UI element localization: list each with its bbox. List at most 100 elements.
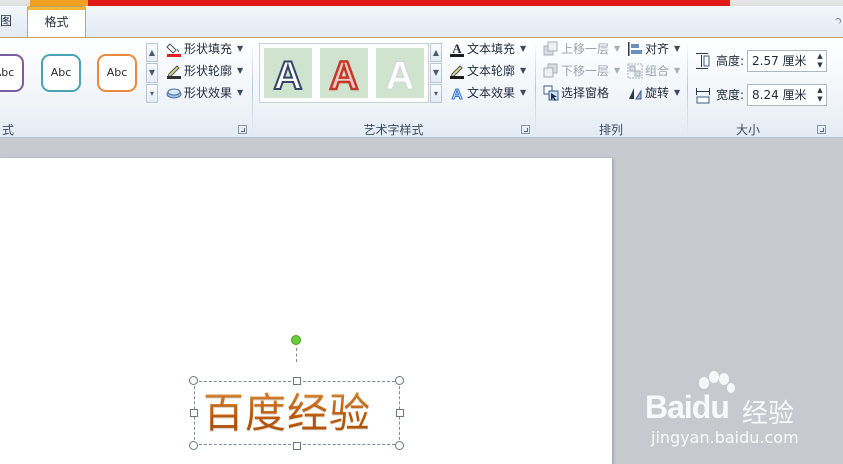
shape-style-2[interactable]: Abc — [41, 54, 81, 92]
chevron-down-icon: ▼ — [674, 66, 681, 75]
shape-style-3[interactable]: Abc — [97, 54, 137, 92]
wordart-textbox[interactable]: 百度经验 — [194, 381, 400, 445]
size-dialog-launcher[interactable] — [817, 125, 826, 134]
rotate-label: 旋转 — [645, 86, 670, 100]
paint-bucket-icon — [166, 43, 181, 57]
shape-effect-label: 形状效果 — [184, 86, 233, 100]
shape-styles-dialog-launcher[interactable] — [238, 125, 247, 134]
send-backward-label: 下移一层 — [561, 64, 610, 78]
tab-partial[interactable]: 图 — [0, 6, 14, 37]
svg-text:A: A — [452, 86, 463, 101]
group-button[interactable]: 组合 ▼ — [627, 61, 683, 81]
pencil-icon — [450, 65, 464, 79]
watermark-logo: Baidu — [645, 389, 730, 425]
ribbon-tabs: 图 格式 — [0, 6, 843, 37]
text-fill-button[interactable]: A 文本填充 ▼ — [449, 39, 529, 59]
text-outline-button[interactable]: 文本轮廓 ▼ — [449, 61, 529, 81]
wordart-scroll-up[interactable]: ▲ — [430, 43, 442, 62]
chevron-down-icon: ▼ — [674, 44, 681, 53]
svg-text:A: A — [452, 41, 462, 56]
wordart-style-glyph: A — [274, 54, 303, 95]
rotation-handle[interactable] — [291, 335, 301, 345]
slide-canvas[interactable]: 百度经验 — [0, 158, 612, 464]
chevron-down-icon: ▼ — [237, 44, 244, 53]
wordart-text[interactable]: 百度经验 — [203, 386, 371, 440]
resize-handle-top[interactable] — [293, 377, 301, 385]
shape-height-icon — [696, 53, 710, 69]
wordart-scroll-down[interactable]: ▼ — [430, 63, 442, 83]
wordart-style-2[interactable]: A — [320, 48, 368, 98]
wordart-style-3[interactable]: A — [376, 48, 424, 98]
gallery-more-button[interactable]: ▾ — [146, 84, 158, 103]
align-button[interactable]: 对齐 ▼ — [627, 39, 683, 59]
group-icon — [627, 63, 643, 79]
watermark-url: jingyan.baidu.com — [651, 428, 799, 447]
resize-handle-left[interactable] — [190, 409, 198, 417]
chevron-down-icon: ▼ — [237, 88, 244, 97]
resize-handle-top-left[interactable] — [189, 376, 198, 385]
width-spin-up[interactable]: ▲ — [816, 86, 824, 95]
bring-forward-button[interactable]: 上移一层 ▼ — [543, 39, 623, 59]
shape-style-1[interactable]: Abc — [0, 54, 24, 92]
chevron-down-icon: ▼ — [614, 66, 621, 75]
tab-format[interactable]: 格式 — [27, 6, 86, 37]
watermark-text: 经验 — [742, 399, 795, 429]
width-spin-down[interactable]: ▼ — [816, 95, 824, 104]
wordart-style-glyph: A — [386, 54, 415, 95]
group-label-size: 大小 — [735, 123, 760, 137]
selection-pane-icon — [543, 85, 559, 101]
gallery-scroll-up[interactable]: ▲ — [146, 43, 158, 62]
text-effect-label: 文本效果 — [467, 86, 516, 100]
ribbon-help-icon[interactable] — [835, 18, 841, 24]
text-effect-icon: A — [451, 86, 463, 102]
wordart-style-3-preview: A — [385, 54, 415, 96]
resize-handle-right[interactable] — [396, 409, 404, 417]
resize-handle-bottom-right[interactable] — [395, 441, 404, 450]
shape-outline-label: 形状轮廓 — [184, 64, 233, 78]
wordart-gallery: A A A — [259, 43, 429, 103]
resize-handle-bottom[interactable] — [293, 442, 301, 450]
height-spin-down[interactable]: ▼ — [816, 61, 824, 70]
text-fill-icon: A — [450, 41, 464, 57]
width-value: 8.24 厘米 — [752, 88, 807, 102]
height-label: 高度: — [716, 54, 745, 68]
shape-effect-icon — [166, 88, 182, 99]
rotate-button[interactable]: 旋转 ▼ — [627, 83, 683, 103]
chevron-down-icon: ▼ — [520, 44, 527, 53]
pencil-icon — [167, 65, 181, 79]
height-spin-up[interactable]: ▲ — [816, 52, 824, 61]
selection-pane-button[interactable]: 选择窗格 — [543, 83, 623, 103]
chevron-down-icon: ▼ — [614, 44, 621, 53]
shape-effect-button[interactable]: 形状效果 ▼ — [166, 83, 248, 103]
height-input[interactable]: 2.57 厘米 ▲ ▼ — [747, 50, 827, 72]
selection-pane-label: 选择窗格 — [561, 86, 610, 100]
shape-style-label: Abc — [106, 66, 128, 79]
text-effect-button[interactable]: A 文本效果 ▼ — [449, 83, 529, 103]
resize-handle-bottom-left[interactable] — [189, 441, 198, 450]
wordart-more-button[interactable]: ▾ — [430, 84, 442, 103]
group-label-arrange: 排列 — [598, 123, 623, 137]
chevron-down-icon: ▼ — [520, 88, 527, 97]
wordart-styles-dialog-launcher[interactable] — [521, 125, 530, 134]
shape-width-icon — [696, 88, 710, 104]
shape-outline-button[interactable]: 形状轮廓 ▼ — [166, 61, 248, 81]
chevron-down-icon: ▼ — [237, 66, 244, 75]
wordart-style-1[interactable]: A — [264, 48, 312, 98]
width-input[interactable]: 8.24 厘米 ▲ ▼ — [747, 84, 827, 106]
send-backward-button[interactable]: 下移一层 ▼ — [543, 61, 623, 81]
chevron-down-icon: ▼ — [520, 66, 527, 75]
width-label: 宽度: — [716, 88, 745, 102]
align-icon — [628, 42, 642, 56]
send-backward-icon — [543, 63, 558, 78]
gallery-scroll-down[interactable]: ▼ — [146, 63, 158, 83]
shape-fill-button[interactable]: 形状填充 ▼ — [166, 39, 248, 59]
resize-handle-top-right[interactable] — [395, 376, 404, 385]
align-label: 对齐 — [645, 42, 670, 56]
rotation-connector — [296, 348, 297, 362]
wordart-style-2-preview: A — [328, 53, 359, 95]
bring-forward-label: 上移一层 — [561, 42, 610, 56]
group-label-shape-styles: 式 — [1, 123, 14, 137]
group-label-wordart-styles: 艺术字样式 — [363, 123, 424, 137]
text-outline-label: 文本轮廓 — [467, 64, 516, 78]
group-label: 组合 — [645, 64, 670, 78]
